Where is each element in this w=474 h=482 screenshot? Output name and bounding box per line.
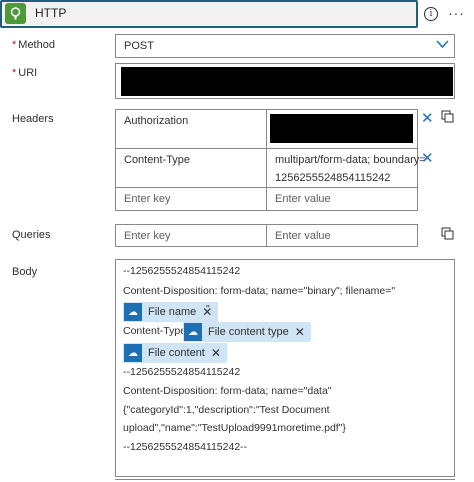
body-line: Content-Disposition: form-data; name="da… <box>123 385 332 397</box>
close-icon[interactable]: ✕ <box>211 346 221 360</box>
chevron-down-icon[interactable] <box>436 40 449 52</box>
method-select[interactable] <box>115 34 455 58</box>
token-file-content-type[interactable]: ☁ File content type ✕ <box>183 322 311 342</box>
header-value-input[interactable]: Enter value <box>275 193 331 205</box>
close-icon[interactable]: ✕ <box>421 149 434 167</box>
http-connector-icon <box>5 3 26 24</box>
close-icon[interactable]: ✕ <box>295 325 305 339</box>
body-line: --1256255524854115242-- <box>123 441 248 453</box>
queries-label: Queries <box>12 229 51 241</box>
body-line: upload","name":"TestUpload9991moretime.p… <box>123 422 346 434</box>
cloud-icon: ☁ <box>124 344 142 362</box>
uri-label: * URI <box>12 67 38 79</box>
action-title[interactable]: HTTP <box>35 6 66 20</box>
info-icon[interactable]: i <box>424 7 438 21</box>
more-options-icon[interactable]: ··· <box>448 5 465 21</box>
body-line: Content-Disposition: form-data; name="bi… <box>123 285 396 297</box>
method-label: * Method <box>12 39 55 51</box>
body-quote: " <box>206 303 210 315</box>
queries-column-divider <box>266 224 267 247</box>
content-type-label: Content-Type: <box>123 325 189 337</box>
body-bottom-border <box>115 479 455 480</box>
body-line: --1256255524854115242 <box>123 265 241 277</box>
header-key[interactable]: Authorization <box>124 115 188 127</box>
header-value[interactable]: multipart/form-data; boundary= <box>275 154 426 166</box>
headers-column-divider <box>266 109 267 211</box>
method-value: POST <box>124 40 154 52</box>
redacted-header-value[interactable] <box>270 114 413 143</box>
body-line: --1256255524854115242 <box>123 366 241 378</box>
delete-icon[interactable] <box>441 227 454 243</box>
headers-row-divider <box>115 187 418 188</box>
token-file-name[interactable]: ☁ File name ✕ <box>123 302 219 322</box>
query-key-input[interactable]: Enter key <box>124 230 170 242</box>
cloud-icon: ☁ <box>184 323 202 341</box>
cloud-icon: ☁ <box>124 303 142 321</box>
headers-label: Headers <box>12 113 54 125</box>
header-value-continued[interactable]: 1256255524854115242 <box>275 172 390 184</box>
delete-icon[interactable] <box>441 110 454 126</box>
body-label: Body <box>12 266 38 278</box>
body-line: {"categoryId":1,"description":"Test Docu… <box>123 404 330 416</box>
close-icon[interactable]: ✕ <box>421 109 434 127</box>
header-key-input[interactable]: Enter key <box>124 193 170 205</box>
header-key[interactable]: Content-Type <box>124 154 190 166</box>
token-file-content[interactable]: ☁ File content ✕ <box>123 343 227 363</box>
query-value-input[interactable]: Enter value <box>275 230 331 242</box>
headers-row-divider <box>115 148 418 149</box>
redacted-uri <box>121 67 453 96</box>
